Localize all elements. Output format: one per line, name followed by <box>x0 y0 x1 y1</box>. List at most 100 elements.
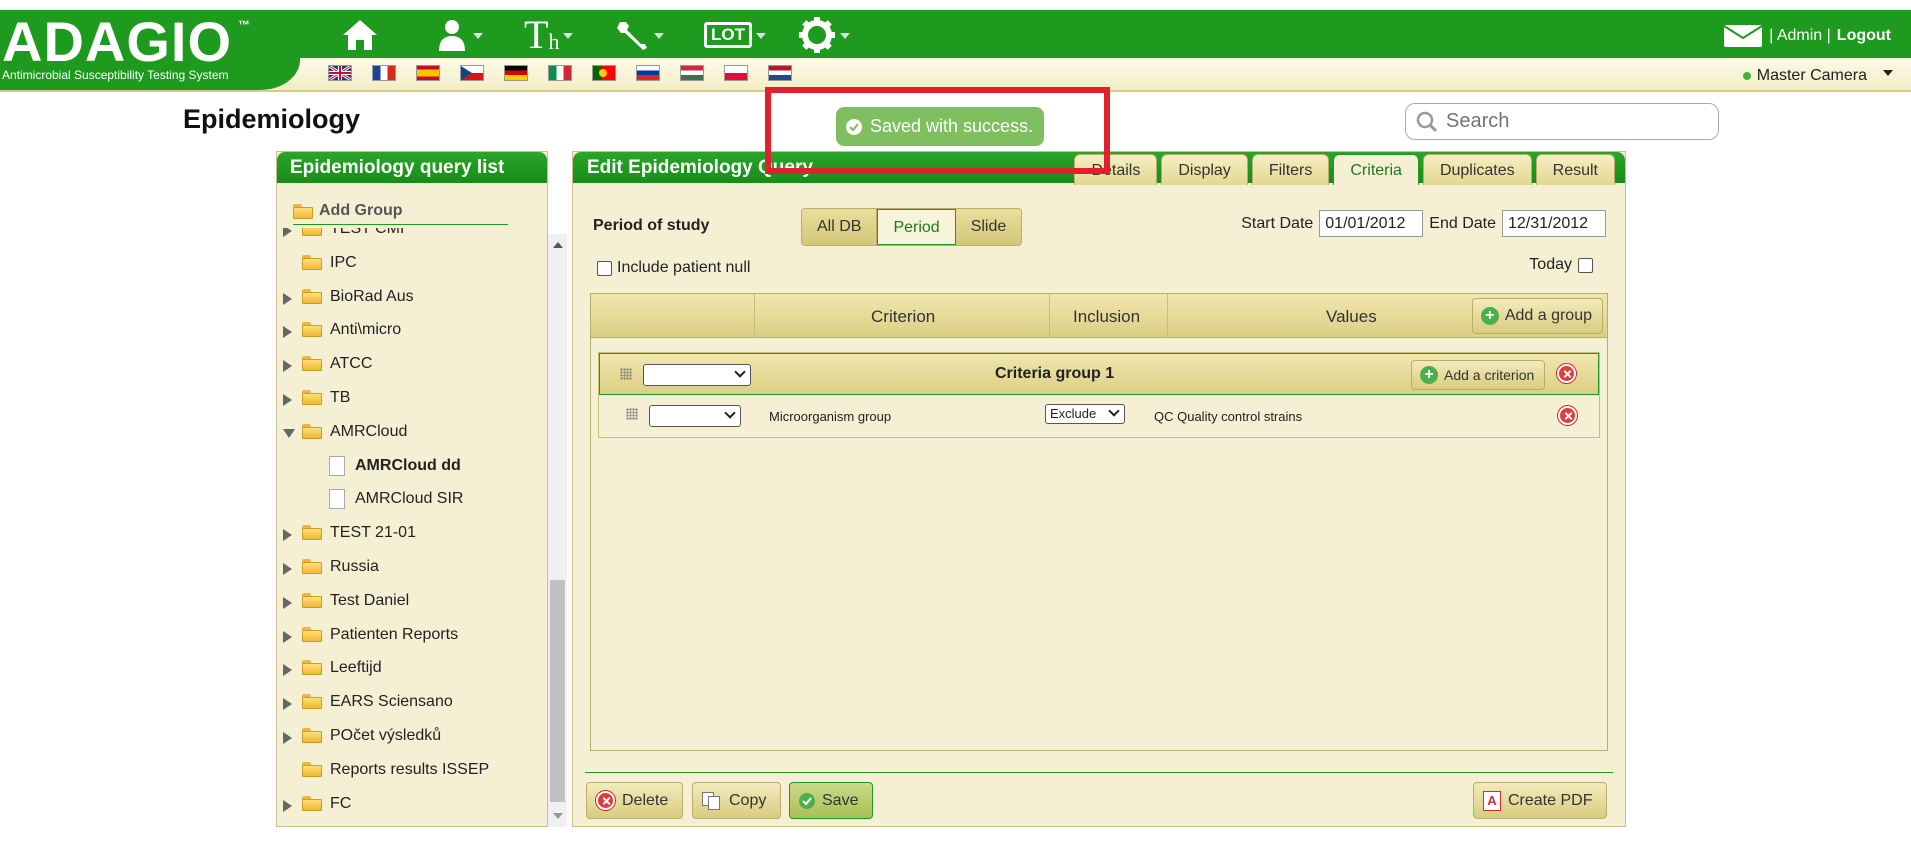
folder-item[interactable]: BioRad Aus <box>277 284 547 310</box>
today-checkbox[interactable] <box>1578 257 1593 273</box>
folder-item[interactable]: Anti\micro <box>277 317 547 343</box>
query-item[interactable]: AMRCloud SIR <box>277 486 547 512</box>
expand-icon[interactable] <box>283 394 292 406</box>
mail-icon[interactable] <box>1723 24 1763 48</box>
tab-result[interactable]: Result <box>1535 154 1615 185</box>
include-null-checkbox[interactable] <box>597 260 612 276</box>
logout-link[interactable]: Logout <box>1837 27 1891 45</box>
expand-icon[interactable] <box>283 563 292 575</box>
expand-icon[interactable] <box>283 698 292 711</box>
delete-criterion-icon[interactable] <box>1558 406 1577 425</box>
folder-item[interactable]: FC <box>277 791 547 817</box>
folder-item[interactable]: TB <box>277 385 547 411</box>
query-list-panel: Epidemiology query list Add Group TEST C… <box>276 151 548 827</box>
expand-icon[interactable] <box>283 228 292 237</box>
period-alldb-button[interactable]: All DB <box>802 209 878 245</box>
delete-button[interactable]: Delete <box>586 782 684 819</box>
period-selector: All DB Period Slide <box>801 208 1023 246</box>
flag-nl-icon[interactable] <box>768 65 792 81</box>
folder-item[interactable]: Leeftijd <box>277 655 547 681</box>
camera-selector[interactable]: Master Camera <box>1742 67 1893 85</box>
drag-handle-icon[interactable] <box>626 408 638 420</box>
folder-icon <box>302 795 322 811</box>
scroll-up-icon[interactable] <box>553 242 563 248</box>
folder-item[interactable]: Reports results ISSEP <box>277 757 547 783</box>
drag-handle-icon[interactable] <box>620 368 632 380</box>
copy-button[interactable]: Copy <box>692 782 782 819</box>
folder-item[interactable]: TEST 21-01 <box>277 520 547 546</box>
lot-icon[interactable]: LOT <box>704 16 766 54</box>
chevron-down-icon <box>756 33 766 39</box>
flag-uk-icon[interactable] <box>328 65 352 81</box>
flag-it-icon[interactable] <box>548 65 572 81</box>
folder-item[interactable]: Test Daniel <box>277 588 547 614</box>
th-icon[interactable]: Th <box>524 15 574 55</box>
flag-es-icon[interactable] <box>416 65 440 81</box>
folder-item[interactable]: Russia <box>277 554 547 580</box>
expand-icon[interactable] <box>283 292 292 305</box>
flag-pt-icon[interactable] <box>592 65 616 81</box>
folder-item[interactable]: IPC <box>277 250 547 276</box>
create-pdf-button[interactable]: A Create PDF <box>1473 782 1608 819</box>
expand-icon[interactable] <box>283 360 292 373</box>
scroll-thumb[interactable] <box>550 580 565 802</box>
flag-de-icon[interactable] <box>504 65 528 81</box>
search-box[interactable] <box>1405 103 1719 140</box>
flag-fr-icon[interactable] <box>372 65 396 81</box>
tab-duplicates[interactable]: Duplicates <box>1422 154 1532 185</box>
admin-link[interactable]: | Admin | <box>1769 27 1831 45</box>
tab-criteria[interactable]: Criteria <box>1333 154 1419 185</box>
create-pdf-label: Create PDF <box>1508 791 1593 809</box>
chevron-down-icon <box>563 33 574 39</box>
delete-group-icon[interactable] <box>1557 364 1576 383</box>
folder-item[interactable]: Patienten Reports <box>277 622 547 648</box>
criteria-table: Criterion Inclusion Values + Add a group… <box>590 293 1608 751</box>
tab-details[interactable]: Details <box>1074 154 1158 185</box>
expand-icon[interactable] <box>283 326 292 339</box>
user-icon[interactable] <box>435 16 483 54</box>
folder-label: AMRCloud <box>330 422 408 440</box>
end-date-input[interactable] <box>1502 210 1606 237</box>
th-icon-sub: h <box>548 29 560 54</box>
logo-area[interactable]: ADAGIO ™ Antimicrobial Susceptibility Te… <box>0 10 300 90</box>
expand-icon[interactable] <box>283 630 292 643</box>
wrench-icon[interactable] <box>614 16 664 54</box>
expand-icon[interactable] <box>283 529 292 542</box>
flag-pl-icon[interactable] <box>724 65 748 81</box>
folder-item[interactable]: AMRCloud <box>277 419 547 445</box>
add-group-button[interactable]: Add Group <box>293 202 508 225</box>
period-period-button[interactable]: Period <box>877 209 956 245</box>
folder-item[interactable]: POčet výsledků <box>277 723 547 749</box>
search-input[interactable] <box>1446 110 1706 133</box>
folder-item[interactable]: TEST CMI <box>277 228 547 242</box>
expand-icon[interactable] <box>283 664 292 677</box>
page-title: Epidemiology <box>183 104 361 134</box>
expand-icon[interactable] <box>283 799 292 812</box>
settings-icon[interactable] <box>798 16 850 54</box>
criterion-operator-select[interactable] <box>649 405 741 427</box>
tab-filters[interactable]: Filters <box>1251 154 1330 185</box>
inclusion-select[interactable]: Exclude <box>1045 404 1125 424</box>
folder-icon <box>302 592 322 608</box>
expand-icon[interactable] <box>283 596 292 609</box>
group-operator-select[interactable] <box>643 364 751 386</box>
flag-hu-icon[interactable] <box>680 65 704 81</box>
tab-display[interactable]: Display <box>1161 154 1248 185</box>
flag-ru-icon[interactable] <box>636 65 660 81</box>
start-date-input[interactable] <box>1319 210 1424 237</box>
scroll-down-icon[interactable] <box>553 813 563 819</box>
folder-label: TEST 21-01 <box>330 524 416 542</box>
period-slide-button[interactable]: Slide <box>955 209 1022 245</box>
save-button[interactable]: Save <box>789 782 874 819</box>
folder-item[interactable]: EARS Sciensano <box>277 689 547 715</box>
add-group-criteria-button[interactable]: + Add a group <box>1471 298 1603 334</box>
home-icon[interactable] <box>340 16 380 54</box>
folder-item[interactable]: ATCC <box>277 351 547 377</box>
folder-label: TB <box>330 389 351 406</box>
scrollbar[interactable] <box>548 234 567 827</box>
add-criterion-button[interactable]: + Add a criterion <box>1411 360 1546 390</box>
collapse-icon[interactable] <box>283 428 295 438</box>
expand-icon[interactable] <box>283 732 292 744</box>
query-item[interactable]: AMRCloud dd <box>277 453 547 479</box>
flag-cz-icon[interactable] <box>460 65 484 81</box>
